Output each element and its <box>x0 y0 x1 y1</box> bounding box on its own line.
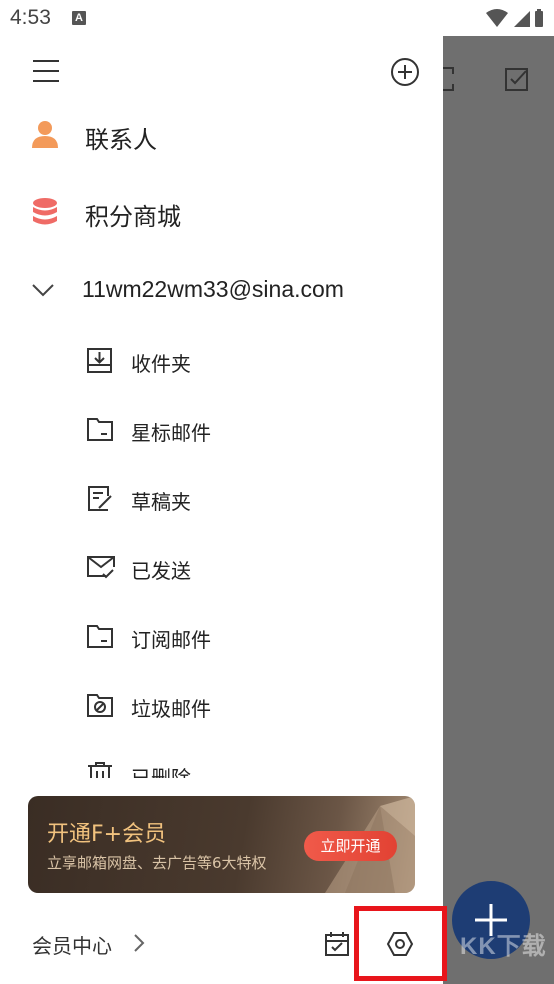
folder-sent[interactable]: 已发送 <box>0 543 443 595</box>
contacts-person-icon <box>31 120 59 154</box>
folder-label: 订阅邮件 <box>131 628 211 652</box>
folder-label: 收件夹 <box>131 352 191 376</box>
promo-title: 开通F+会员 <box>47 822 167 847</box>
sent-icon <box>86 553 116 585</box>
drawer-item-label: 联系人 <box>85 126 157 154</box>
status-icons <box>484 8 544 32</box>
drawer-item-contacts[interactable]: 联系人 <box>0 108 443 164</box>
drafts-icon <box>86 484 114 516</box>
folder-trash[interactable]: 已删除 <box>0 750 443 778</box>
account-expander[interactable]: 11wm22wm33@sina.com <box>0 270 443 314</box>
promo-subtitle: 立享邮箱网盘、去广告等6大特权 <box>47 854 267 872</box>
highlight-box <box>354 906 447 981</box>
folder-starred[interactable]: 星标邮件 <box>0 405 443 457</box>
checkbox-edit-icon <box>505 68 528 91</box>
trash-icon <box>86 760 114 778</box>
navigation-drawer: 联系人 积分商城 11wm22wm33@sina.com 收件夹 星标邮件 草稿… <box>0 36 443 984</box>
account-email: 11wm22wm33@sina.com <box>82 276 344 302</box>
points-mall-stack-icon <box>31 197 59 231</box>
menu-button[interactable] <box>33 59 59 83</box>
signal-icon <box>514 11 530 27</box>
folder-drafts[interactable]: 草稿夹 <box>0 474 443 526</box>
activate-now-button[interactable]: 立即开通 <box>304 831 397 861</box>
vip-center-link[interactable]: 会员中心 <box>32 930 112 959</box>
status-time: 4:53 <box>10 6 51 29</box>
folder-subscriptions[interactable]: 订阅邮件 <box>0 612 443 664</box>
folder-label: 已发送 <box>131 559 191 583</box>
folder-label: 已删除 <box>131 766 191 778</box>
inbox-icon <box>86 346 114 378</box>
notification-a-icon: A <box>72 11 86 25</box>
watermark-text: KK下载 <box>460 933 547 960</box>
battery-icon <box>535 9 543 27</box>
add-circle-icon <box>391 58 419 86</box>
folder-inbox[interactable]: 收件夹 <box>0 336 443 388</box>
folder-list: 收件夹 星标邮件 草稿夹 已发送 订阅邮件 垃圾邮件 已删除 <box>0 328 443 778</box>
subscription-folder-icon <box>86 622 114 654</box>
calendar-check-icon <box>325 932 349 956</box>
scan-icon <box>443 67 454 91</box>
status-bar: 4:53 A <box>0 0 554 36</box>
spam-folder-icon <box>86 691 114 723</box>
vip-promo-banner[interactable]: 开通F+会员 立享邮箱网盘、去广告等6大特权 立即开通 <box>28 796 415 893</box>
wifi-icon <box>486 9 508 27</box>
add-account-button[interactable] <box>389 56 421 92</box>
hamburger-icon <box>33 60 59 82</box>
drawer-item-label: 积分商城 <box>85 203 181 231</box>
folder-spam[interactable]: 垃圾邮件 <box>0 681 443 733</box>
folder-label: 垃圾邮件 <box>131 697 211 721</box>
starred-folder-icon <box>86 415 114 447</box>
chevron-down-icon <box>32 282 54 301</box>
folder-label: 星标邮件 <box>131 421 211 445</box>
folder-label: 草稿夹 <box>131 490 191 514</box>
background-screen-overlay[interactable] <box>443 36 554 984</box>
calendar-button[interactable] <box>324 931 350 961</box>
drawer-item-points-mall[interactable]: 积分商城 <box>0 185 443 241</box>
chevron-right-icon <box>133 934 145 956</box>
